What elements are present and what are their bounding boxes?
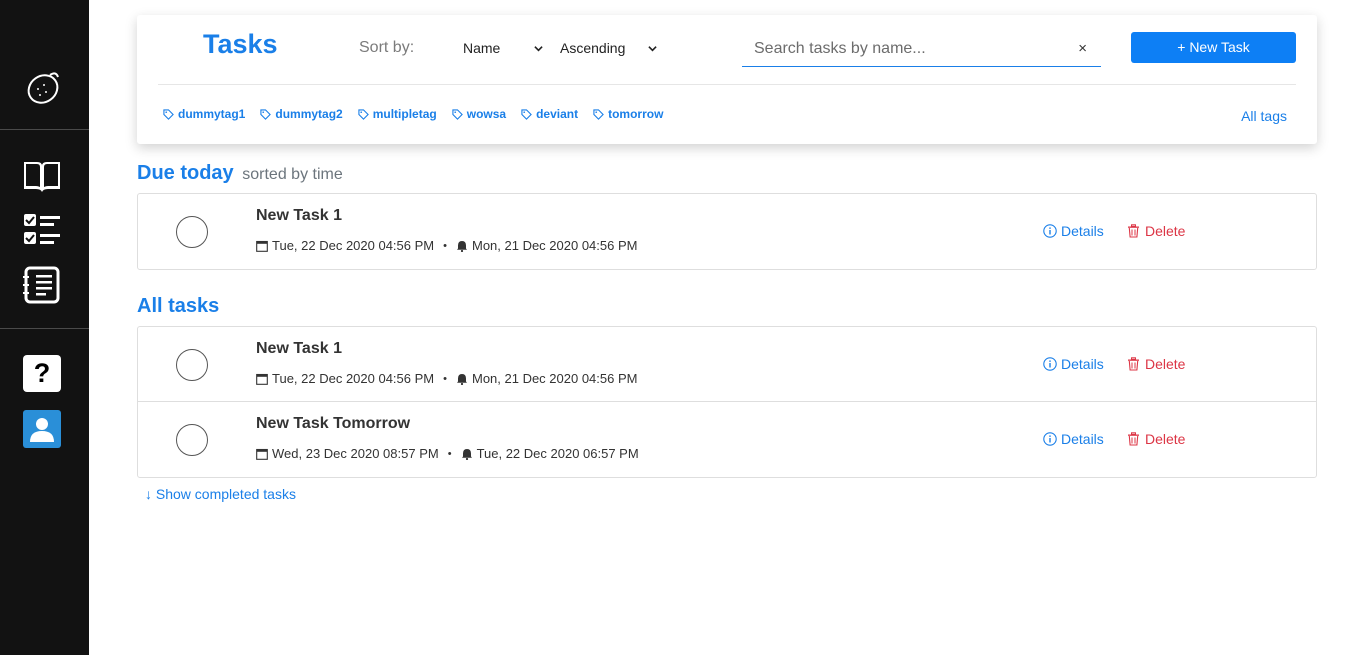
sort-label: Sort by: bbox=[359, 39, 415, 56]
show-completed-link[interactable]: ↓ Show completed tasks bbox=[145, 486, 296, 502]
search-input[interactable] bbox=[754, 37, 1054, 61]
tag-icon bbox=[452, 108, 463, 120]
complete-task-checkbox[interactable] bbox=[176, 424, 208, 456]
tag-label: wowsa bbox=[466, 107, 507, 121]
info-icon bbox=[1043, 357, 1057, 371]
meta-separator: • bbox=[447, 447, 452, 460]
meta-separator: • bbox=[443, 372, 447, 385]
trash-icon bbox=[1128, 224, 1139, 238]
task-meta: Tue, 22 Dec 2020 04:56 PM • Mon, 21 Dec … bbox=[256, 238, 637, 253]
header-divider bbox=[158, 84, 1296, 85]
tag-label: multipletag bbox=[372, 107, 437, 121]
tag-icon bbox=[521, 108, 532, 120]
tag-icon bbox=[358, 108, 369, 120]
details-label: Details bbox=[1061, 431, 1104, 447]
all-tasks-heading: All tasks bbox=[137, 295, 220, 317]
meta-separator: • bbox=[443, 239, 447, 252]
user-icon[interactable] bbox=[23, 410, 61, 448]
delete-label: Delete bbox=[1145, 431, 1186, 447]
sort-order-select[interactable]: Ascending bbox=[560, 35, 657, 61]
task-name[interactable]: New Task 1 bbox=[256, 207, 342, 225]
delete-label: Delete bbox=[1145, 356, 1186, 372]
task-row: New Task 1 Tue, 22 Dec 2020 04:56 PM • M… bbox=[138, 327, 1316, 402]
task-meta: Tue, 22 Dec 2020 04:56 PM • Mon, 21 Dec … bbox=[256, 371, 637, 386]
task-due-date: Wed, 23 Dec 2020 08:57 PM bbox=[272, 446, 439, 461]
tag-label: tomorrow bbox=[608, 107, 664, 121]
checklist-icon[interactable] bbox=[22, 211, 62, 249]
tag-label: dummytag1 bbox=[178, 107, 246, 121]
tag-link[interactable]: deviant bbox=[521, 106, 578, 122]
lemon-logo-icon[interactable] bbox=[22, 67, 62, 107]
due-today-title: Due today bbox=[137, 162, 234, 184]
task-name[interactable]: New Task Tomorrow bbox=[256, 415, 410, 433]
notepad-icon[interactable] bbox=[22, 266, 62, 304]
task-details-link[interactable]: Details bbox=[1043, 356, 1104, 372]
open-book-icon[interactable] bbox=[22, 156, 62, 194]
tag-link[interactable]: wowsa bbox=[452, 106, 506, 122]
task-due-date: Tue, 22 Dec 2020 04:56 PM bbox=[272, 371, 435, 386]
complete-task-checkbox[interactable] bbox=[176, 216, 208, 248]
tag-list: dummytag1 dummytag2 multipletag wowsa de… bbox=[163, 106, 678, 122]
calendar-icon bbox=[256, 448, 268, 460]
task-delete-link[interactable]: Delete bbox=[1127, 356, 1185, 372]
due-today-list: New Task 1 Tue, 22 Dec 2020 04:56 PM • M… bbox=[137, 193, 1317, 270]
sort-field-select[interactable]: Name bbox=[463, 35, 543, 61]
search-field: × bbox=[742, 32, 1101, 67]
bell-icon bbox=[456, 240, 467, 252]
task-row: New Task Tomorrow Wed, 23 Dec 2020 08:57… bbox=[138, 402, 1316, 477]
chevron-down-icon bbox=[534, 46, 543, 52]
tag-label: deviant bbox=[536, 107, 579, 121]
bell-icon bbox=[461, 448, 472, 460]
bell-icon bbox=[456, 373, 467, 385]
clear-search-icon[interactable]: × bbox=[1078, 40, 1087, 57]
details-label: Details bbox=[1061, 356, 1104, 372]
tag-link[interactable]: dummytag2 bbox=[260, 106, 343, 122]
due-today-heading: Due today sorted by time bbox=[137, 162, 343, 185]
all-tasks-list: New Task 1 Tue, 22 Dec 2020 04:56 PM • M… bbox=[137, 326, 1317, 478]
task-reminder-date: Tue, 22 Dec 2020 06:57 PM bbox=[476, 446, 639, 461]
calendar-icon bbox=[256, 373, 268, 385]
page-title: Tasks bbox=[203, 29, 278, 59]
sort-field-value: Name bbox=[463, 40, 501, 56]
tag-icon bbox=[593, 108, 604, 120]
delete-label: Delete bbox=[1145, 223, 1186, 239]
tag-link[interactable]: multipletag bbox=[358, 106, 437, 122]
tag-link[interactable]: dummytag1 bbox=[163, 106, 245, 122]
calendar-icon bbox=[256, 240, 268, 252]
chevron-down-icon bbox=[648, 46, 657, 52]
tasks-header-card: Tasks Sort by: Name Ascending × + New Ta… bbox=[137, 15, 1317, 144]
sidebar-divider bbox=[0, 328, 89, 329]
tag-label: dummytag2 bbox=[275, 107, 343, 121]
task-details-link[interactable]: Details bbox=[1043, 223, 1104, 239]
trash-icon bbox=[1128, 432, 1139, 446]
new-task-button[interactable]: + New Task bbox=[1131, 32, 1296, 63]
task-delete-link[interactable]: Delete bbox=[1127, 431, 1185, 447]
task-reminder-date: Mon, 21 Dec 2020 04:56 PM bbox=[471, 238, 638, 253]
tag-icon bbox=[163, 108, 174, 120]
tag-icon bbox=[260, 108, 272, 120]
task-name[interactable]: New Task 1 bbox=[256, 340, 342, 358]
due-today-subtitle: sorted by time bbox=[242, 166, 343, 183]
details-label: Details bbox=[1061, 223, 1104, 239]
trash-icon bbox=[1128, 357, 1139, 371]
tag-link[interactable]: tomorrow bbox=[593, 106, 663, 122]
task-meta: Wed, 23 Dec 2020 08:57 PM • Tue, 22 Dec … bbox=[256, 446, 639, 461]
sidebar: ? bbox=[0, 0, 89, 655]
task-row: New Task 1 Tue, 22 Dec 2020 04:56 PM • M… bbox=[138, 194, 1316, 269]
info-icon bbox=[1043, 224, 1057, 238]
sort-order-value: Ascending bbox=[560, 40, 626, 56]
help-icon[interactable]: ? bbox=[23, 355, 61, 392]
all-tags-link[interactable]: All tags bbox=[1241, 108, 1287, 124]
task-reminder-date: Mon, 21 Dec 2020 04:56 PM bbox=[471, 371, 638, 386]
complete-task-checkbox[interactable] bbox=[176, 349, 208, 381]
task-delete-link[interactable]: Delete bbox=[1127, 223, 1185, 239]
sidebar-divider bbox=[0, 129, 89, 130]
task-details-link[interactable]: Details bbox=[1043, 431, 1104, 447]
info-icon bbox=[1043, 432, 1057, 446]
task-due-date: Tue, 22 Dec 2020 04:56 PM bbox=[272, 238, 435, 253]
